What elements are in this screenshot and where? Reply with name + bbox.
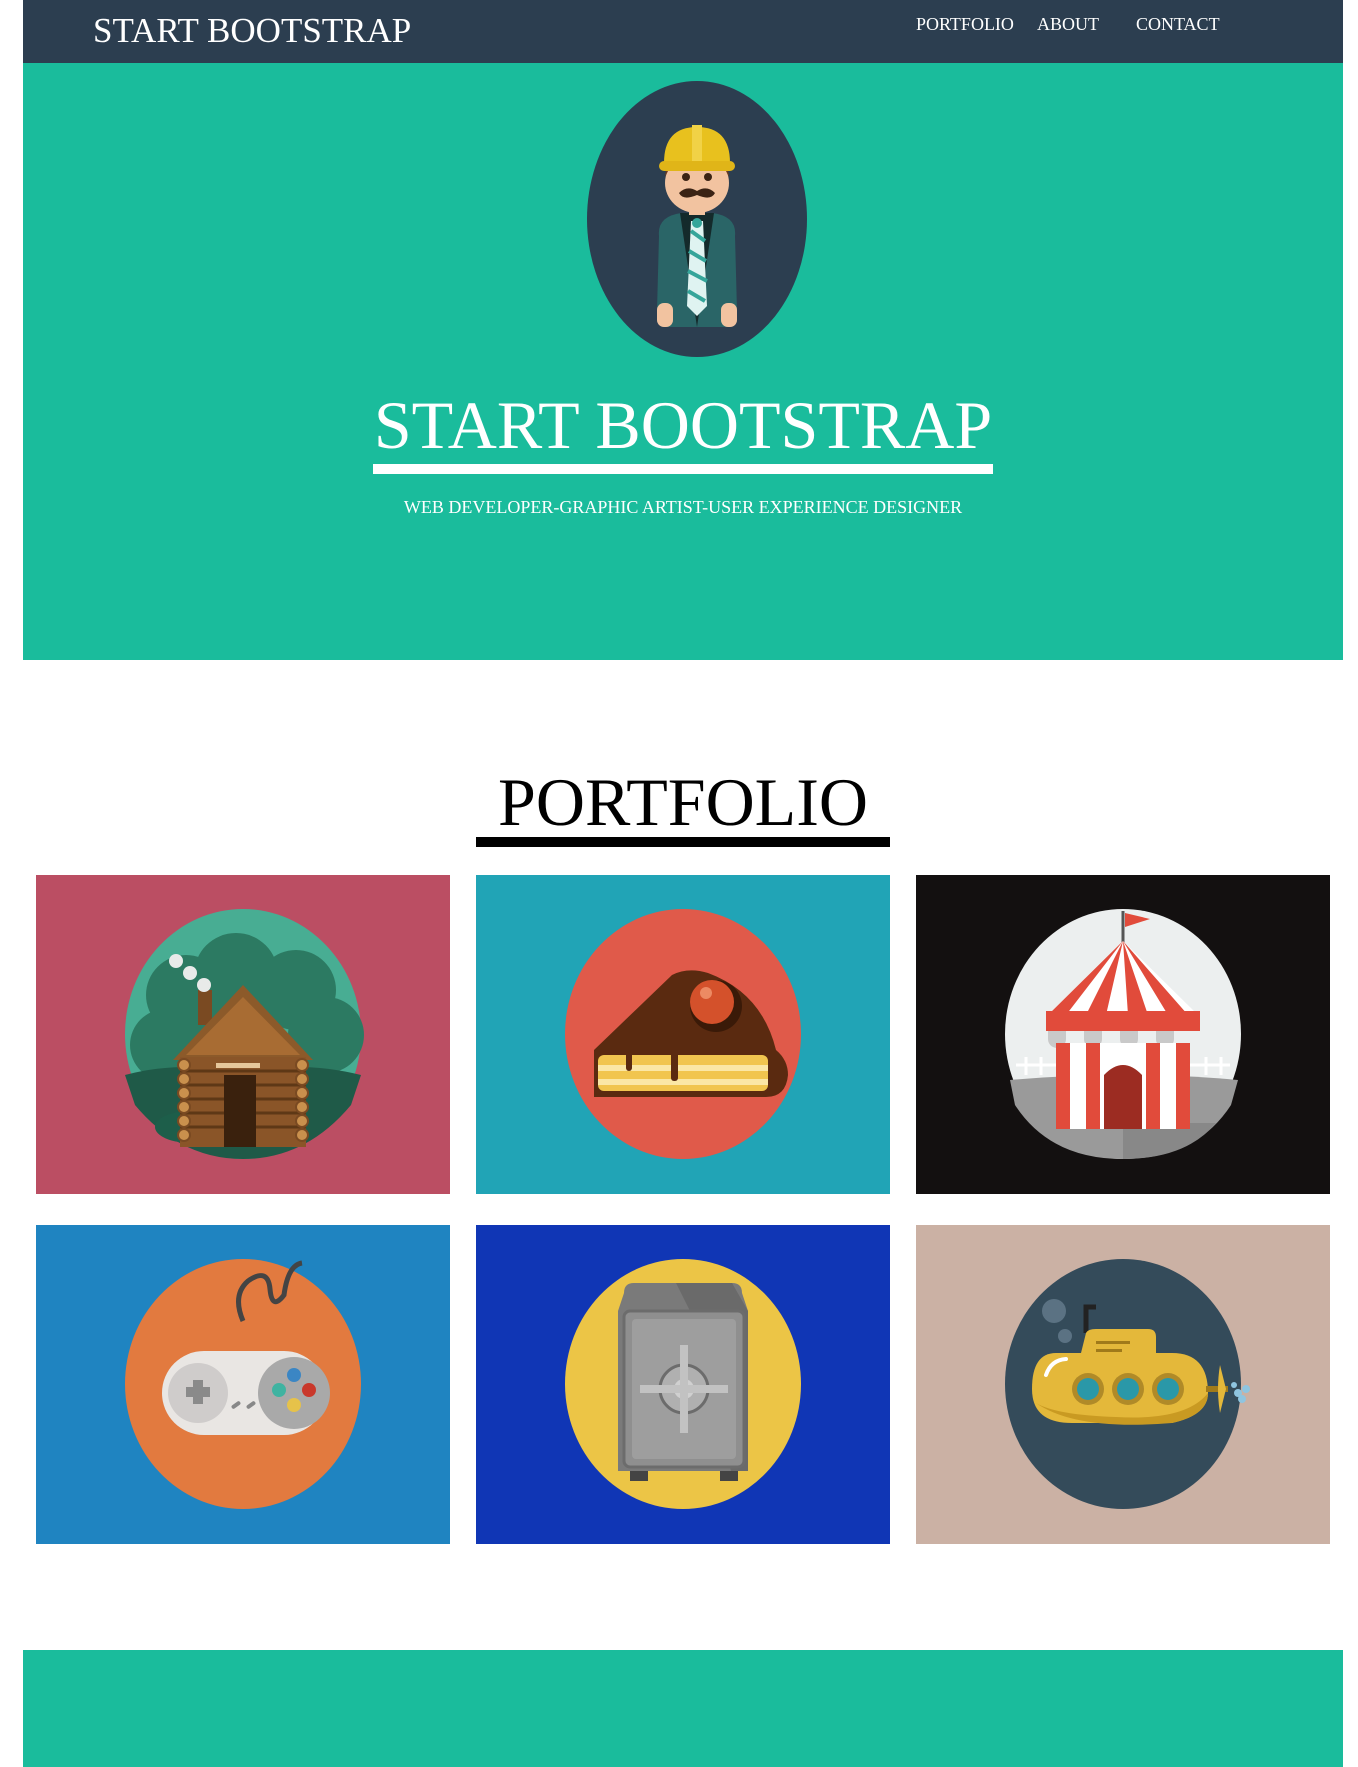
- submarine-icon: [916, 1225, 1330, 1544]
- construction-worker-avatar-icon: [587, 81, 807, 357]
- hero-divider: [373, 464, 993, 474]
- about-section-band: [23, 1650, 1343, 1767]
- portfolio-item-game-controller[interactable]: [36, 1225, 450, 1544]
- nav-link-about[interactable]: ABOUT: [1037, 12, 1099, 36]
- portfolio-divider: [476, 837, 890, 847]
- hero-subtitle: WEB DEVELOPER-GRAPHIC ARTIST-USER EXPERI…: [403, 497, 963, 517]
- circus-tent-icon: [916, 875, 1330, 1194]
- portfolio-item-cabin[interactable]: [36, 875, 450, 1194]
- portfolio-item-submarine[interactable]: [916, 1225, 1330, 1544]
- nav-link-portfolio[interactable]: PORTFOLIO: [916, 12, 1014, 36]
- navbar-brand[interactable]: START BOOTSTRAP: [93, 10, 411, 52]
- safe-icon: [476, 1225, 890, 1544]
- hero-header: START BOOTSTRAP WEB DEVELOPER-GRAPHIC AR…: [23, 63, 1343, 660]
- portfolio-title: PORTFOLIO: [498, 764, 868, 840]
- nav-link-contact[interactable]: CONTACT: [1136, 12, 1220, 36]
- portfolio-item-circus-tent[interactable]: [916, 875, 1330, 1194]
- portfolio-item-cake[interactable]: [476, 875, 890, 1194]
- cake-icon: [476, 875, 890, 1194]
- game-controller-icon: [36, 1225, 450, 1544]
- navbar: START BOOTSTRAP PORTFOLIO ABOUT CONTACT: [23, 0, 1343, 63]
- cabin-icon: [36, 875, 450, 1194]
- hero-title: START BOOTSTRAP: [373, 387, 993, 463]
- portfolio-item-safe[interactable]: [476, 1225, 890, 1544]
